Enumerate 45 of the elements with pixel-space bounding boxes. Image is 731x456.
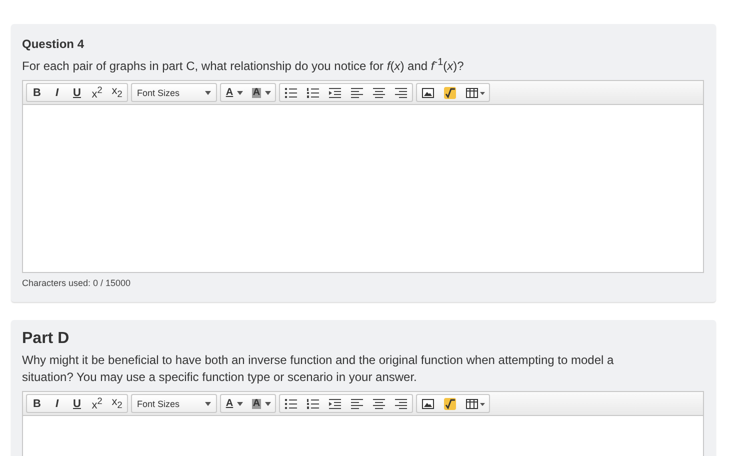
align-left-icon[interactable]: [351, 398, 363, 408]
text-color-button[interactable]: A: [221, 84, 248, 101]
italic-button[interactable]: I: [47, 84, 67, 101]
table-icon[interactable]: [466, 88, 485, 98]
align-right-icon[interactable]: [395, 398, 407, 408]
question-title: Part D: [22, 330, 70, 348]
table-icon[interactable]: [466, 398, 485, 408]
bold-button[interactable]: B: [27, 84, 47, 101]
caret-icon: [265, 402, 272, 406]
indent-icon[interactable]: [329, 88, 341, 98]
numbered-list-icon[interactable]: [307, 88, 319, 98]
square-root-icon[interactable]: [444, 398, 456, 410]
align-center-icon[interactable]: [373, 88, 385, 98]
subscript-button[interactable]: x$_{2}$: [107, 395, 127, 412]
numbered-list-icon[interactable]: [307, 398, 319, 408]
highlight-color-button[interactable]: A: [248, 395, 275, 412]
bulleted-list-icon[interactable]: [285, 88, 297, 98]
underline-button[interactable]: U: [67, 84, 87, 101]
image-icon[interactable]: [422, 88, 434, 98]
bulleted-list-icon[interactable]: [285, 398, 297, 408]
caret-icon: [205, 90, 211, 94]
subscript-button[interactable]: x$_{2}$: [107, 84, 127, 101]
caret-icon: [237, 402, 244, 406]
caret-icon: [237, 90, 244, 94]
character-counter: Characters used: 0 / 15000: [22, 278, 132, 288]
underline-button[interactable]: U: [67, 395, 87, 412]
question-title: Question 4: [22, 37, 86, 51]
caret-icon: [265, 90, 272, 94]
image-icon[interactable]: [422, 398, 434, 408]
square-root-icon[interactable]: [444, 86, 456, 98]
text-color-button[interactable]: A: [221, 395, 248, 412]
italic-button[interactable]: I: [47, 395, 67, 412]
indent-icon[interactable]: [329, 398, 341, 408]
align-left-icon[interactable]: [351, 88, 363, 98]
highlight-color-button[interactable]: A: [248, 84, 275, 101]
align-center-icon[interactable]: [373, 398, 385, 408]
font-size-dropdown[interactable]: Font Sizes: [132, 395, 216, 412]
bold-button[interactable]: B: [27, 395, 47, 412]
question-prompt: Why might it be beneficial to have both an inverse function and the original function when attempting to model a situation? You may use a specific function type or scenario in your answer.: [22, 352, 615, 386]
question-prompt: For each pair of graphs in part C, what relationship do you notice for f(x) and f$^{-1}$(x)?: [22, 56, 465, 75]
align-right-icon[interactable]: [395, 88, 407, 98]
superscript-button[interactable]: x$^{2}$: [87, 395, 107, 412]
caret-icon: [205, 402, 211, 406]
font-size-dropdown[interactable]: Font Sizes: [132, 84, 216, 101]
superscript-button[interactable]: x$^{2}$: [87, 84, 107, 101]
